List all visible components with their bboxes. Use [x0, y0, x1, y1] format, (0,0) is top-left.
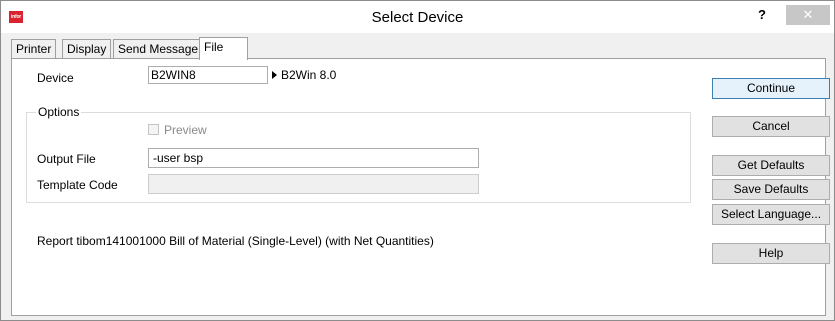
tab-send-message[interactable]: Send Message — [113, 39, 204, 59]
device-field[interactable]: B2WIN8 — [148, 66, 268, 84]
report-description: Report tibom141001000 Bill of Material (… — [37, 234, 434, 248]
options-group-title: Options — [36, 105, 82, 119]
device-description: B2Win 8.0 — [281, 68, 337, 82]
tab-file[interactable]: File — [199, 37, 248, 60]
output-file-label: Output File — [37, 152, 96, 166]
preview-checkbox[interactable] — [148, 124, 159, 135]
get-defaults-button[interactable]: Get Defaults — [712, 155, 830, 176]
save-defaults-button[interactable]: Save Defaults — [712, 179, 830, 200]
help-button[interactable]: Help — [712, 243, 830, 264]
output-file-input[interactable] — [148, 148, 479, 168]
continue-button[interactable]: Continue — [712, 78, 830, 99]
template-code-input[interactable] — [148, 174, 479, 194]
close-icon[interactable]: ✕ — [786, 5, 830, 25]
select-device-dialog: infor Select Device ? ✕ Printer Display … — [0, 0, 835, 321]
window-title: Select Device — [371, 9, 464, 26]
preview-label: Preview — [164, 123, 207, 137]
caret-right-icon — [272, 71, 277, 79]
device-label: Device — [37, 71, 74, 85]
tab-printer[interactable]: Printer — [11, 39, 57, 59]
title-bar: infor Select Device ? ✕ — [1, 1, 834, 33]
cancel-button[interactable]: Cancel — [712, 116, 830, 137]
help-question-icon[interactable]: ? — [749, 5, 775, 25]
select-language-button[interactable]: Select Language... — [712, 204, 830, 225]
tab-display[interactable]: Display — [62, 39, 112, 59]
template-code-label: Template Code — [37, 178, 118, 192]
